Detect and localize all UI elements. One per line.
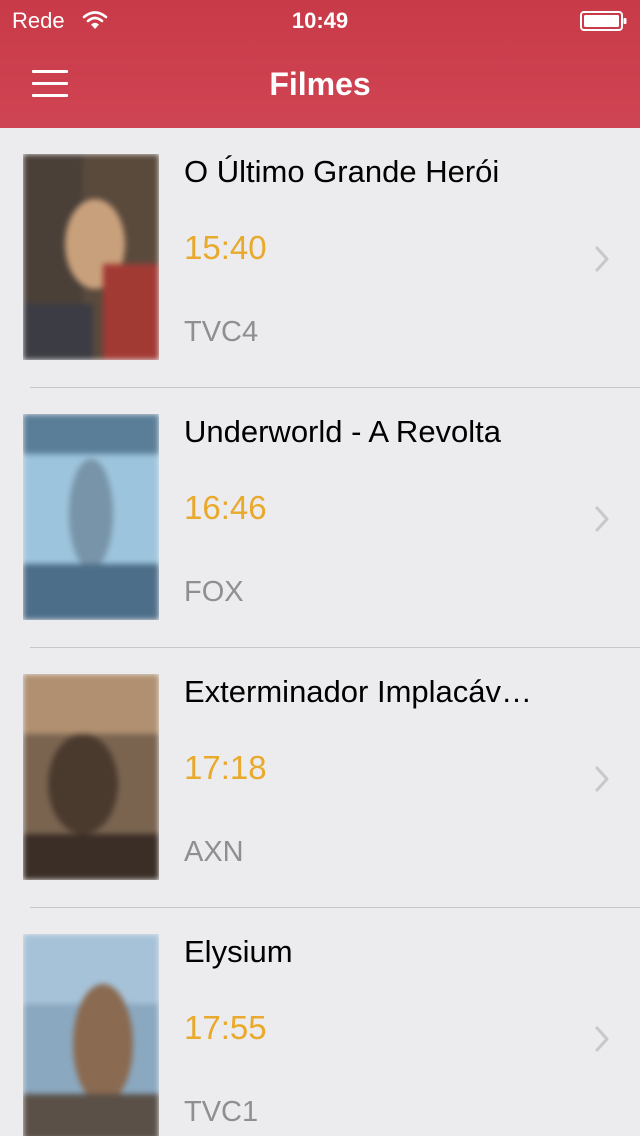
list-item[interactable]: O Último Grande Herói 15:40 TVC4 — [0, 128, 640, 388]
movie-title: Exterminador Implacáv… — [184, 674, 533, 709]
movie-channel: TVC4 — [184, 316, 259, 348]
movie-time: 17:18 — [184, 749, 267, 786]
chevron-right-icon — [595, 1026, 609, 1052]
movie-poster-image — [23, 414, 159, 620]
list-item[interactable]: Elysium 17:55 TVC1 — [0, 908, 640, 1136]
list-item[interactable]: Underworld - A Revolta 16:46 FOX — [0, 388, 640, 648]
movie-title: Underworld - A Revolta — [184, 414, 502, 449]
movie-poster-image — [23, 934, 159, 1136]
movie-channel: AXN — [184, 836, 244, 868]
movie-time: 17:55 — [184, 1009, 267, 1046]
page-title: Filmes — [269, 66, 371, 102]
chevron-right-icon — [595, 246, 609, 272]
list-item[interactable]: Exterminador Implacáv… 17:18 AXN — [0, 648, 640, 908]
chevron-right-icon — [595, 766, 609, 792]
navigation-bar: Filmes — [0, 40, 640, 128]
movie-list: O Último Grande Herói 15:40 TVC4 Underwo… — [0, 128, 640, 1136]
battery-icon — [580, 11, 627, 31]
movie-channel: FOX — [184, 576, 244, 608]
movie-poster-image — [23, 154, 159, 360]
app-screen: Rede 10:49 Filmes O Último Grande Herói … — [0, 0, 640, 1136]
movie-time: 16:46 — [184, 489, 267, 526]
status-bar: Rede 10:49 — [0, 0, 640, 40]
chevron-right-icon — [595, 506, 609, 532]
movie-channel: TVC1 — [184, 1096, 259, 1128]
movie-title: Elysium — [184, 934, 293, 969]
status-time: 10:49 — [291, 8, 349, 33]
movie-title: O Último Grande Herói — [184, 154, 500, 189]
movie-poster-image — [23, 674, 159, 880]
movie-time: 15:40 — [184, 229, 267, 266]
header: Rede 10:49 Filmes — [0, 0, 640, 128]
